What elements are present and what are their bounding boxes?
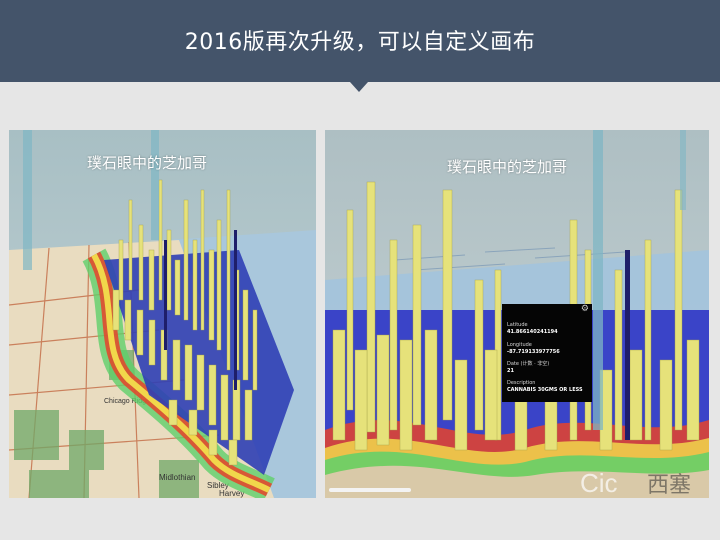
tooltip-longitude-value: -87.719133977756 — [507, 349, 560, 355]
header-pointer — [350, 82, 368, 92]
tooltip-description-label: Description — [507, 380, 536, 386]
tooltip-latitude-value: 41.866140241194 — [507, 329, 558, 335]
tooltip-description-value: CANNABIS 30GMS OR LESS — [507, 387, 583, 393]
zoom-slider[interactable] — [329, 488, 411, 492]
map-label-cicero-cn: 西塞 — [647, 473, 691, 498]
tooltip-date-label: Date (计数 · 非空) — [507, 361, 550, 367]
tooltip-latitude-label: Latitude — [507, 322, 528, 328]
data-tooltip: ⚙ Latitude 41.866140241194 Longitude -87… — [502, 304, 592, 402]
tooltip-date-value: 21 — [507, 368, 514, 374]
map-label-cicero: Cic — [580, 468, 618, 498]
left-map-visual: Midlothian Sibley Harvey Chicago Ridge — [9, 130, 316, 498]
tooltip-longitude-label: Longitude — [507, 342, 532, 348]
left-panel-title: 璞石眼中的芝加哥 — [87, 154, 208, 172]
gear-icon[interactable]: ⚙ — [581, 305, 589, 314]
left-map-panel[interactable]: Midlothian Sibley Harvey Chicago Ridge 璞… — [9, 130, 316, 498]
map-label-midlothian: Midlothian — [159, 473, 195, 482]
header-bar: 2016版再次升级，可以自定义画布 — [0, 0, 720, 82]
page-title: 2016版再次升级，可以自定义画布 — [184, 30, 536, 55]
right-panel-title: 璞石眼中的芝加哥 — [447, 158, 568, 176]
right-map-panel[interactable]: Cic 西塞 璞石眼中的芝加哥 ⚙ Latitude 41.8661402411… — [325, 130, 709, 498]
